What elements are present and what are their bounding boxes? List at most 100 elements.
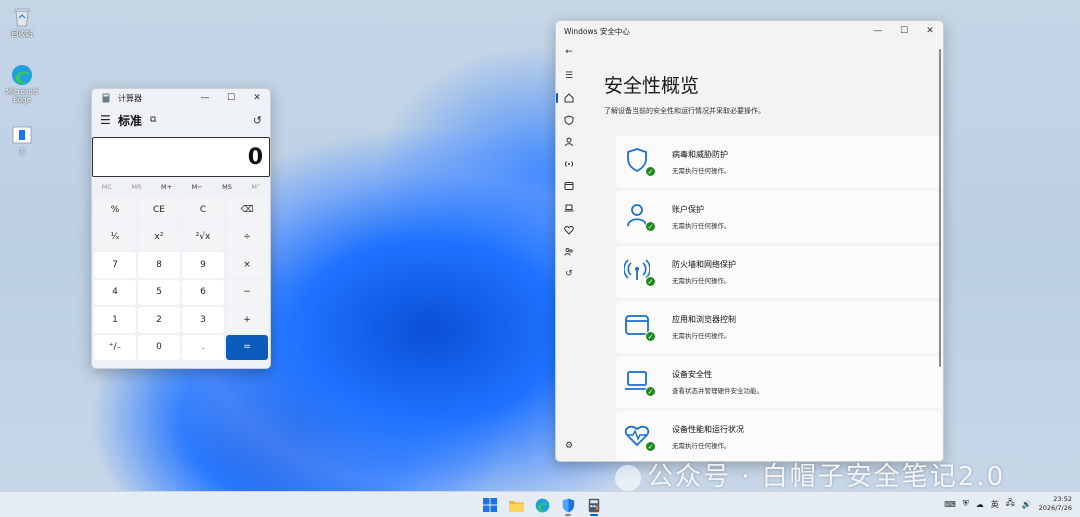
card-device-health[interactable]: ✓ 设备性能和运行状况 无需执行任何操作。	[616, 411, 942, 461]
hamburger-menu-icon[interactable]: ☰	[559, 65, 579, 87]
history-icon[interactable]: ↺	[559, 263, 579, 285]
memory-add-button[interactable]: M+	[161, 183, 172, 191]
home-icon[interactable]	[556, 87, 579, 109]
network-icon[interactable]: 🖧	[1006, 497, 1015, 511]
taskbar: ⌨ ⛨ ☁ 英 🖧 🔊 23:52 2026/7/26	[0, 491, 1080, 517]
card-title: 病毒和威胁防护	[672, 150, 728, 159]
desktop-icon-document[interactable]: Ⓢ	[4, 124, 40, 156]
history-icon[interactable]: ↺	[253, 114, 262, 127]
minimize-button[interactable]: —	[192, 93, 218, 103]
calculator-header: ☰ 标准 ⧉ ↺	[92, 107, 270, 133]
calculator-titlebar[interactable]: 计算器 — ☐ ✕	[92, 89, 270, 107]
back-arrow-icon[interactable]: ←	[559, 41, 579, 63]
desktop-icon-label: 回收站	[11, 30, 33, 38]
key-decimal-button[interactable]: .	[182, 334, 224, 360]
key-digit-4-button[interactable]: 4	[94, 279, 136, 305]
memory-store-button[interactable]: MS	[222, 183, 232, 191]
card-status: 无需执行任何操作。	[672, 442, 731, 450]
taskbar-edge[interactable]	[532, 495, 552, 515]
security-window-title: Windows 安全中心	[564, 26, 630, 36]
maximize-button[interactable]: ☐	[891, 26, 917, 36]
family-icon[interactable]	[559, 241, 579, 263]
key-digit-7-button[interactable]: 7	[94, 252, 136, 278]
memory-recall-button[interactable]: MR	[131, 183, 141, 191]
close-button[interactable]: ✕	[917, 26, 943, 36]
volume-icon[interactable]: 🔊	[1022, 500, 1032, 509]
key-digit-0-button[interactable]: 0	[138, 334, 180, 360]
key-equals-button[interactable]: =	[226, 334, 268, 360]
key-square-button[interactable]: x²	[138, 224, 180, 250]
settings-gear-icon[interactable]: ⚙	[559, 435, 579, 457]
network-icon[interactable]	[559, 153, 579, 175]
desktop-icon-recycle-bin[interactable]: 回收站	[4, 6, 40, 38]
key-square-root-button[interactable]: ²√x	[182, 224, 224, 250]
taskbar-file-explorer[interactable]	[506, 495, 526, 515]
account-icon[interactable]	[559, 131, 579, 153]
card-account-protection[interactable]: ✓ 账户保护 无需执行任何操作。	[616, 191, 942, 243]
keyboard-icon[interactable]: ⌨	[944, 500, 956, 509]
desktop-icon-edge[interactable]: Microsoft Edge	[4, 64, 40, 104]
account-protection-icon: ✓	[624, 202, 656, 232]
taskbar-calculator[interactable]	[584, 495, 604, 516]
key-digit-3-button[interactable]: 3	[182, 307, 224, 333]
heart-pulse-icon[interactable]	[559, 219, 579, 241]
edge-icon	[535, 498, 549, 512]
key-digit-6-button[interactable]: 6	[182, 279, 224, 305]
scrollbar[interactable]	[939, 49, 941, 367]
card-title: 设备安全性	[672, 370, 712, 379]
key-negate-button[interactable]: ⁺/₋	[94, 334, 136, 360]
key-subtract-button[interactable]: −	[226, 279, 268, 305]
key-backspace-button[interactable]: ⌫	[226, 197, 268, 223]
card-app-browser-control[interactable]: ✓ 应用和浏览器控制 无需执行任何操作。	[616, 301, 942, 353]
key-digit-5-button[interactable]: 5	[138, 279, 180, 305]
card-text: 账户保护 无需执行任何操作。	[672, 204, 731, 230]
calculator-window: 计算器 — ☐ ✕ ☰ 标准 ⧉ ↺ 0 MC MR M+ M− MS M˅ %…	[91, 88, 271, 369]
virus-shield-icon: ✓	[624, 147, 656, 177]
card-text: 防火墙和网络保护 无需执行任何操作。	[672, 259, 736, 285]
card-device-security[interactable]: ✓ 设备安全性 查看状态并管理硬件安全功能。	[616, 356, 942, 408]
memory-clear-button[interactable]: MC	[102, 183, 112, 191]
calculator-icon	[588, 498, 600, 512]
browser-icon[interactable]	[559, 175, 579, 197]
key-reciprocal-button[interactable]: ¹⁄ₓ	[94, 224, 136, 250]
card-firewall-network[interactable]: ✓ 防火墙和网络保护 无需执行任何操作。	[616, 246, 942, 298]
key-add-button[interactable]: +	[226, 307, 268, 333]
key-divide-button[interactable]: ÷	[226, 224, 268, 250]
card-virus-threat-protection[interactable]: ✓ 病毒和威胁防护 无需执行任何操作。	[616, 136, 942, 188]
page-subtitle: 了解设备当前的安全性和运行情况并采取必要操作。	[604, 107, 765, 115]
keep-on-top-icon[interactable]: ⧉	[150, 115, 156, 125]
start-button[interactable]	[480, 495, 500, 515]
key-digit-1-button[interactable]: 1	[94, 307, 136, 333]
shield-icon[interactable]	[559, 109, 579, 131]
card-status: 无需执行任何操作。	[672, 167, 731, 175]
input-language[interactable]: 英	[991, 499, 999, 510]
windows-logo-icon	[483, 498, 497, 512]
security-tray-icon[interactable]: ⛨	[963, 499, 969, 509]
close-button[interactable]: ✕	[244, 93, 270, 103]
checkmark-icon: ✓	[645, 166, 656, 177]
memory-list-button[interactable]: M˅	[251, 183, 260, 191]
card-title: 防火墙和网络保护	[672, 260, 736, 269]
checkmark-icon: ✓	[645, 276, 656, 287]
hamburger-menu-icon[interactable]: ☰	[100, 113, 118, 127]
key-digit-2-button[interactable]: 2	[138, 307, 180, 333]
calculator-display: 0	[92, 137, 270, 177]
key-percent-button[interactable]: %	[94, 197, 136, 223]
key-digit-9-button[interactable]: 9	[182, 252, 224, 278]
maximize-button[interactable]: ☐	[218, 93, 244, 103]
card-status: 无需执行任何操作。	[672, 332, 731, 340]
folder-icon	[508, 500, 524, 512]
laptop-icon[interactable]	[559, 197, 579, 219]
key-multiply-button[interactable]: ×	[226, 252, 268, 278]
key-clear-button[interactable]: C	[182, 197, 224, 223]
key-digit-8-button[interactable]: 8	[138, 252, 180, 278]
key-clear-entry-button[interactable]: CE	[138, 197, 180, 223]
taskbar-windows-security[interactable]	[558, 495, 578, 516]
minimize-button[interactable]: —	[865, 26, 891, 36]
calculator-app-icon	[102, 93, 110, 103]
clock[interactable]: 23:52 2026/7/26	[1039, 495, 1072, 513]
calculator-title: 计算器	[118, 93, 142, 103]
memory-subtract-button[interactable]: M−	[192, 183, 203, 191]
security-titlebar[interactable]: Windows 安全中心 — ☐ ✕	[556, 21, 943, 41]
onedrive-icon[interactable]: ☁	[976, 500, 984, 509]
